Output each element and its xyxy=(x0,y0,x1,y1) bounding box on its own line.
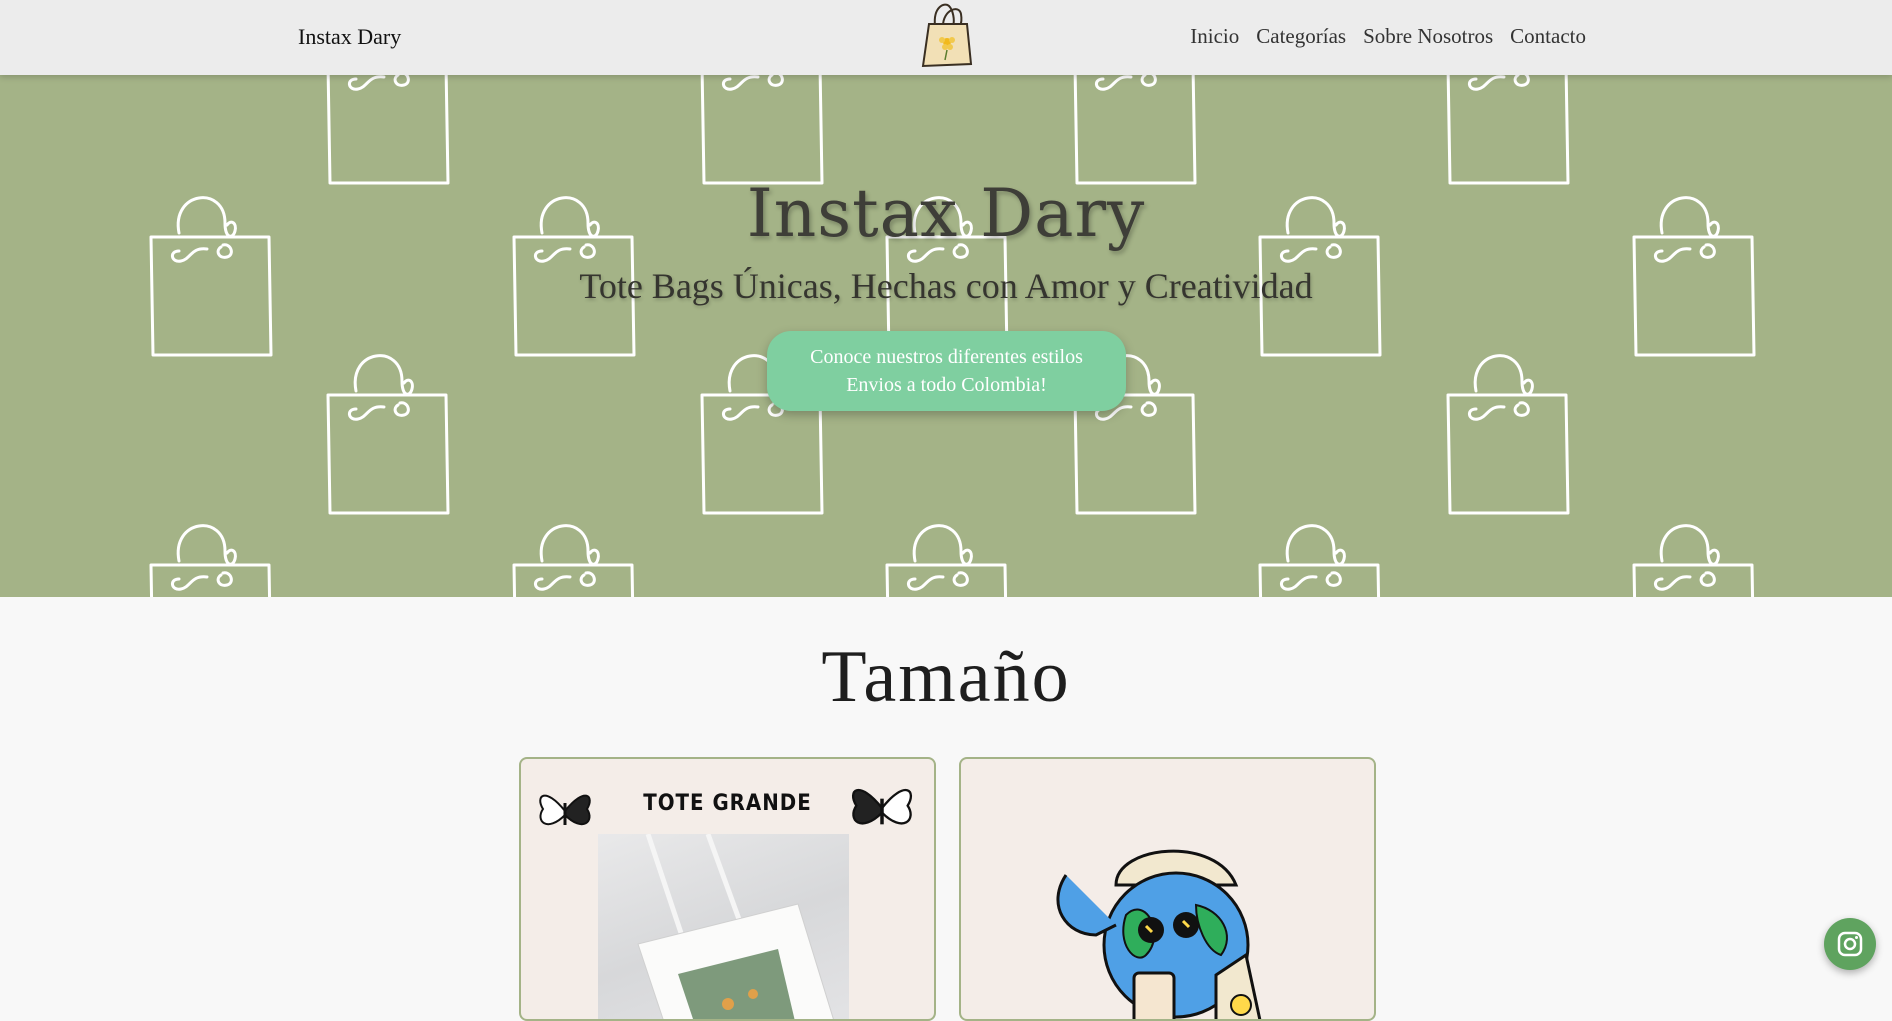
instagram-icon xyxy=(1837,931,1863,957)
nav-link-sobre-nosotros[interactable]: Sobre Nosotros xyxy=(1363,24,1493,49)
hero-title: Instax Dary xyxy=(746,175,1146,252)
hero-section: Instax Dary Tote Bags Únicas, Hechas con… xyxy=(0,75,1892,597)
brand-link[interactable]: Instax Dary xyxy=(298,24,401,50)
card-label: TOTE GRANDE xyxy=(643,791,812,816)
earth-mascot-icon xyxy=(1056,849,1262,1019)
nav-link-categorias[interactable]: Categorías xyxy=(1256,24,1346,49)
hero-cta-button[interactable]: Conoce nuestros diferentes estilos Envio… xyxy=(767,331,1126,411)
size-card-tote-grande[interactable]: TOTE GRANDE xyxy=(519,757,936,1021)
size-section: Tamaño TOTE GRANDE xyxy=(0,597,1892,1021)
nav-link-inicio[interactable]: Inicio xyxy=(1190,24,1239,49)
nav-link-contacto[interactable]: Contacto xyxy=(1510,24,1586,49)
tote-bag-flower-icon[interactable] xyxy=(915,0,977,72)
section-title: Tamaño xyxy=(821,636,1071,718)
navbar: Instax Dary Inicio Categorías Sobre Noso… xyxy=(0,0,1892,75)
size-card-2[interactable] xyxy=(959,757,1376,1021)
hero-cta-line2: Envios a todo Colombia! xyxy=(846,374,1047,396)
tote-bag-photo xyxy=(598,833,849,1019)
hero-cta-line1: Conoce nuestros diferentes estilos xyxy=(810,346,1083,368)
hero-subtitle: Tote Bags Únicas, Hechas con Amor y Crea… xyxy=(579,266,1313,306)
instagram-button[interactable] xyxy=(1824,918,1876,970)
nav-links: Inicio Categorías Sobre Nosotros Contact… xyxy=(1190,24,1586,49)
